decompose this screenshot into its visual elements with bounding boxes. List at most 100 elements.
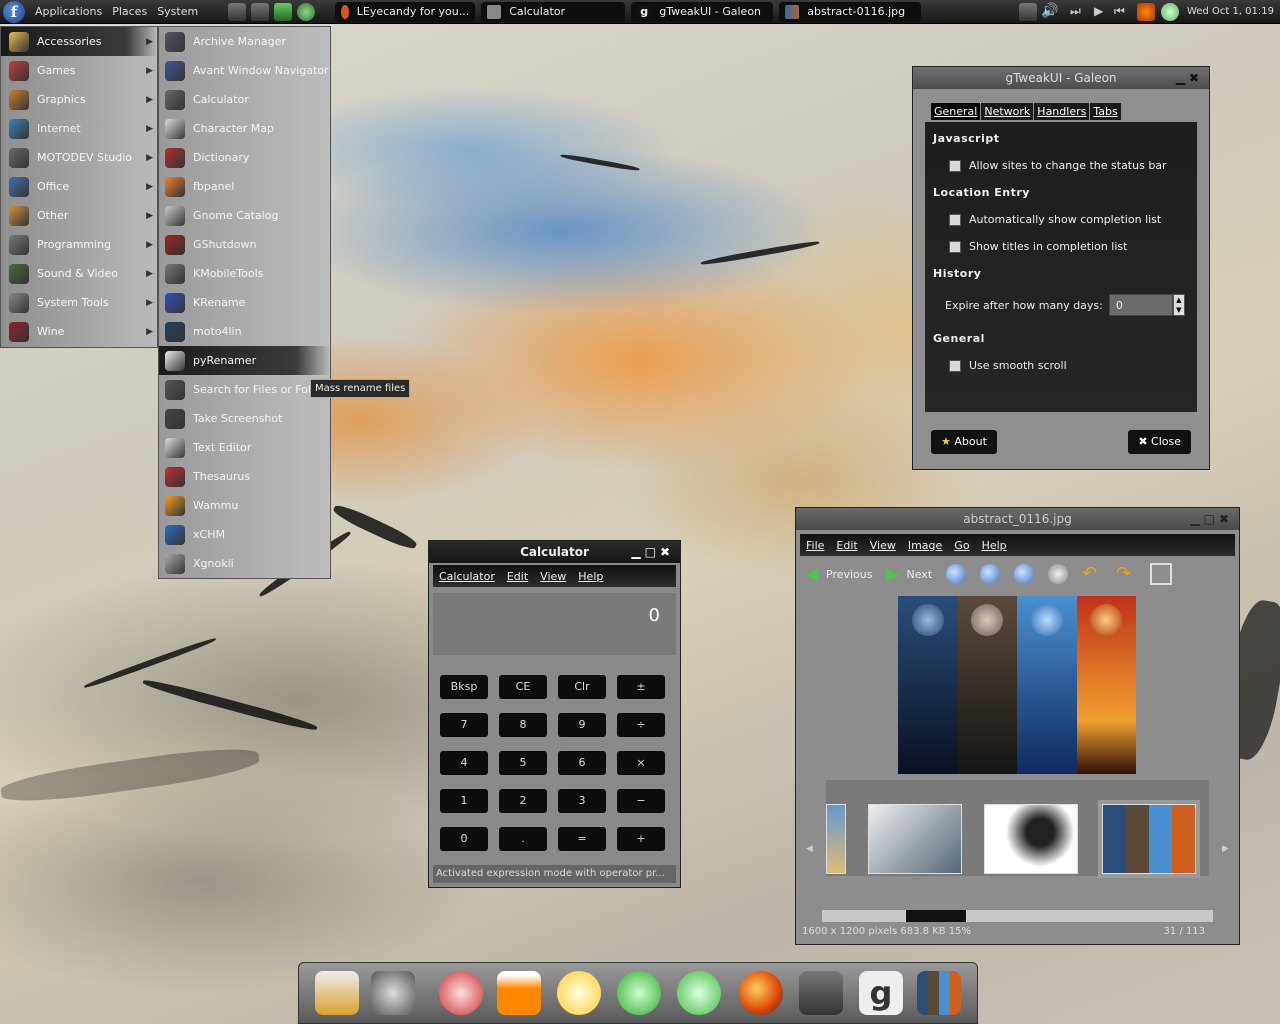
zoom-out-icon[interactable]: [980, 564, 1001, 584]
calc-key[interactable]: ±: [617, 675, 665, 699]
menu-item[interactable]: MOTODEV Studio ▶: [1, 143, 157, 172]
task-calculator[interactable]: Calculator: [481, 1, 626, 22]
close-icon[interactable]: ✖: [660, 545, 674, 559]
menu-edit[interactable]: Edit: [836, 539, 857, 552]
calc-key[interactable]: 0: [440, 827, 488, 851]
checkbox[interactable]: [949, 213, 961, 226]
system-menu[interactable]: System: [157, 5, 198, 18]
main-image[interactable]: [898, 596, 1136, 774]
calc-key[interactable]: ×: [617, 751, 665, 775]
scroll-right-icon[interactable]: ▶: [1222, 844, 1229, 854]
scroll-left-icon[interactable]: ◀: [806, 844, 813, 854]
horizontal-scrollbar[interactable]: [822, 910, 1213, 922]
menu-view[interactable]: View: [870, 539, 896, 552]
calc-key[interactable]: 4: [440, 751, 488, 775]
menu-item[interactable]: moto4lin: [159, 317, 330, 346]
media-icon[interactable]: [371, 971, 415, 1015]
menu-view[interactable]: View: [540, 570, 566, 583]
spin-buttons[interactable]: ▲ ▼: [1172, 294, 1185, 316]
volume-icon[interactable]: 🔊: [1041, 3, 1059, 21]
minimize-icon[interactable]: ▁: [1176, 71, 1189, 85]
menu-item[interactable]: Calculator: [159, 85, 330, 114]
tab-tabs[interactable]: Tabs: [1090, 103, 1121, 120]
menu-file[interactable]: File: [806, 539, 824, 552]
thumbnail-selected[interactable]: [1098, 800, 1200, 878]
zoom-normal-icon[interactable]: [1014, 564, 1035, 584]
menu-item[interactable]: Character Map: [159, 114, 330, 143]
menu-item[interactable]: pyRenamer: [159, 346, 330, 375]
menu-help[interactable]: Help: [578, 570, 603, 583]
network-icon[interactable]: [1019, 3, 1037, 21]
menu-item[interactable]: Wammu: [159, 491, 330, 520]
calc-key[interactable]: 6: [558, 751, 606, 775]
settings-icon[interactable]: [251, 2, 270, 21]
expire-days-input[interactable]: 0: [1108, 294, 1173, 316]
menu-item[interactable]: Accessories ▶: [1, 27, 157, 56]
galeon-icon[interactable]: g: [859, 971, 903, 1015]
menu-item[interactable]: Take Screenshot: [159, 404, 330, 433]
close-icon[interactable]: ✖: [1189, 71, 1203, 85]
menu-go[interactable]: Go: [954, 539, 969, 552]
image-viewer-icon[interactable]: [917, 971, 961, 1015]
menu-item[interactable]: KMobileTools: [159, 259, 330, 288]
calc-key[interactable]: 9: [558, 713, 606, 737]
firefox-icon[interactable]: [739, 971, 783, 1015]
media-prev-icon[interactable]: ⏮: [1114, 4, 1125, 19]
calc-key[interactable]: 8: [499, 713, 547, 737]
calc-key[interactable]: Bksp: [440, 675, 488, 699]
menu-item[interactable]: fbpanel: [159, 172, 330, 201]
clock[interactable]: Wed Oct 1, 01:19: [1187, 6, 1274, 17]
thumbnail[interactable]: [868, 804, 962, 874]
thumbnail[interactable]: [984, 804, 1078, 874]
zoom-fit-icon[interactable]: [1048, 564, 1069, 584]
menu-item[interactable]: Xgnokii: [159, 549, 330, 578]
checkbox[interactable]: [949, 359, 961, 372]
checkbox[interactable]: [949, 159, 961, 172]
calc-key[interactable]: 7: [440, 713, 488, 737]
vlc-icon[interactable]: [497, 971, 541, 1015]
rotate-right-icon[interactable]: ↷: [1116, 565, 1136, 583]
tab-network[interactable]: Network: [981, 103, 1034, 120]
menu-item[interactable]: Office ▶: [1, 172, 157, 201]
close-icon[interactable]: ✖: [1219, 512, 1233, 526]
menu-item[interactable]: Internet ▶: [1, 114, 157, 143]
menu-item[interactable]: Text Editor: [159, 433, 330, 462]
globe-icon[interactable]: [297, 2, 316, 21]
about-button[interactable]: ★ About: [931, 430, 997, 454]
menu-item[interactable]: Graphics ▶: [1, 85, 157, 114]
launcher-icon[interactable]: [228, 2, 247, 21]
menu-item[interactable]: Thesaurus: [159, 462, 330, 491]
applications-menu[interactable]: Applications: [35, 5, 102, 18]
menu-item[interactable]: Games ▶: [1, 56, 157, 85]
menu-help[interactable]: Help: [982, 539, 1007, 552]
checkbox[interactable]: [949, 240, 961, 253]
calc-key[interactable]: 3: [558, 789, 606, 813]
menu-item[interactable]: KRename: [159, 288, 330, 317]
calculator-icon[interactable]: [799, 971, 843, 1015]
calc-key[interactable]: CE: [499, 675, 547, 699]
option-js-status[interactable]: Allow sites to change the status bar: [949, 159, 1189, 172]
zoom-in-icon[interactable]: [946, 564, 967, 584]
calc-key[interactable]: −: [617, 789, 665, 813]
gallery-icon[interactable]: [1150, 563, 1173, 585]
media-play-icon[interactable]: ▶: [1094, 4, 1103, 18]
menu-item[interactable]: Gnome Catalog: [159, 201, 330, 230]
update-icon[interactable]: [1161, 3, 1179, 21]
close-button[interactable]: ✖ Close: [1128, 430, 1191, 454]
rotate-left-icon[interactable]: ↶: [1082, 565, 1102, 583]
update-manager-icon[interactable]: [617, 971, 661, 1015]
places-menu[interactable]: Places: [112, 5, 147, 18]
menu-item[interactable]: GShutdown: [159, 230, 330, 259]
tab-handlers[interactable]: Handlers: [1034, 103, 1090, 120]
monitor-icon[interactable]: [274, 2, 293, 21]
media-player-icon[interactable]: [677, 971, 721, 1015]
menu-item[interactable]: Search for Files or Fold: [159, 375, 330, 404]
menu-item[interactable]: Archive Manager: [159, 27, 330, 56]
scrollbar-thumb[interactable]: [906, 910, 966, 922]
option-smooth-scroll[interactable]: Use smooth scroll: [949, 359, 1189, 372]
tab-general[interactable]: General: [931, 103, 981, 120]
window-titlebar[interactable]: abstract_0116.jpg ▁□✖: [796, 508, 1239, 530]
menu-image[interactable]: Image: [908, 539, 942, 552]
calc-key[interactable]: .: [499, 827, 547, 851]
maximize-icon[interactable]: □: [645, 545, 660, 559]
